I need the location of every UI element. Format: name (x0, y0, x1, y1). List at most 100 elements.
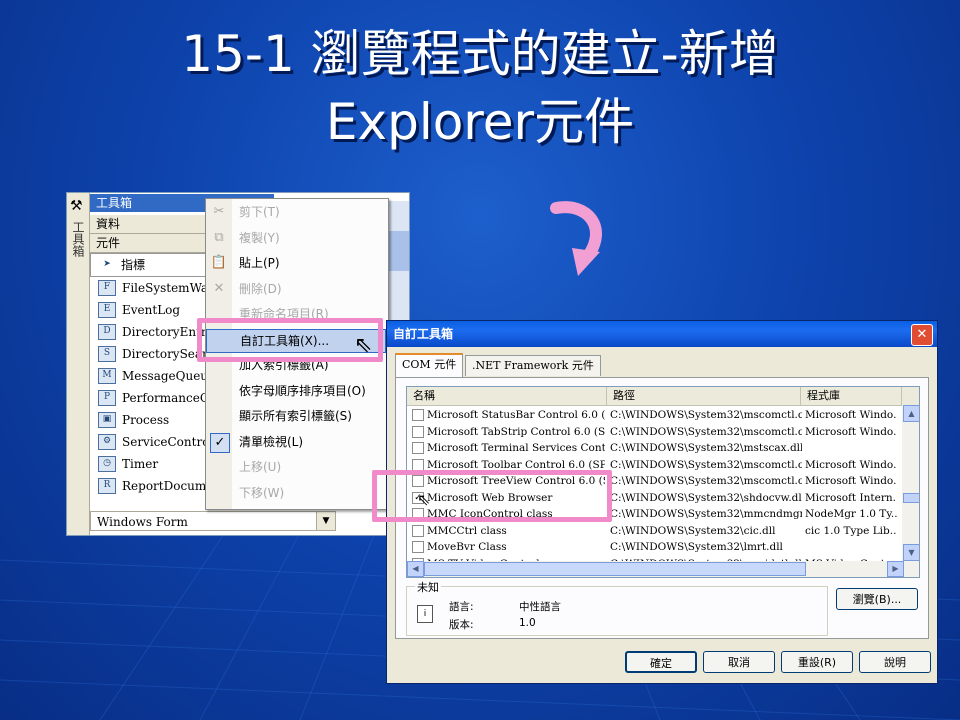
paste-icon: 📋 (210, 255, 228, 270)
tools-icon[interactable]: ⚒ (70, 198, 83, 214)
toolbox-item-label: 指標 (121, 258, 146, 272)
close-icon[interactable]: ✕ (911, 324, 933, 346)
toolbox-tab-windows-form[interactable]: Windows Form ▼ (90, 511, 336, 531)
column-header-name[interactable]: 名稱 (407, 387, 607, 405)
version-label: 版本: (449, 619, 474, 631)
table-cell-path: C:\WINDOWS\System32\mscomctl.ocx (610, 409, 802, 421)
scroll-down-icon[interactable]: ▼ (903, 544, 919, 561)
scroll-thumb[interactable] (903, 493, 919, 503)
table-row[interactable]: MMCCtrl class C:\WINDOWS\System32\cic.dll… (407, 523, 902, 539)
menu-item[interactable]: ✂ 剪下(T) (206, 201, 388, 223)
menu-item[interactable]: 顯示所有索引標籤(S) (206, 405, 388, 427)
table-row[interactable]: MoveBvr Class C:\WINDOWS\System32\lmrt.dl… (407, 539, 902, 555)
menu-item[interactable]: ✓ 清單檢視(L) (206, 431, 388, 453)
toolbox-item-label: EventLog (122, 303, 181, 317)
menu-item[interactable]: ⧉ 複製(Y) (206, 227, 388, 249)
mouse-cursor-icon: ⇖ (417, 490, 431, 509)
menu-item[interactable]: 上移(U) (206, 456, 388, 478)
directorysearcher-icon: S (98, 346, 116, 362)
menu-item-label: 顯示所有索引標籤(S) (239, 409, 352, 423)
table-cell-path: C:\WINDOWS\System32\mstscax.dll (610, 442, 802, 454)
version-value: 1.0 (519, 617, 536, 629)
process-icon: ▣ (98, 412, 116, 428)
toolbox-item-label: Timer (122, 457, 159, 471)
slide-title-line1: 15-1 瀏覽程式的建立-新增 (181, 25, 779, 83)
table-cell-path: C:\WINDOWS\System32\cic.dll (610, 524, 776, 537)
performancecounter-icon: P (98, 390, 116, 406)
scroll-left-icon[interactable]: ◀ (407, 561, 424, 577)
delete-icon: ✕ (213, 280, 225, 296)
table-cell-path: C:\WINDOWS\System32\mscomctl.ocx (610, 458, 802, 471)
menu-item-label: 貼上(P) (239, 256, 280, 270)
column-header-path[interactable]: 路徑 (607, 387, 801, 405)
horizontal-scrollbar[interactable]: ◀ ▶ (407, 561, 919, 577)
row-checkbox[interactable] (412, 458, 424, 471)
tab-net-framework-components[interactable]: .NET Framework 元件 (465, 355, 601, 376)
scroll-up-icon[interactable]: ▲ (903, 405, 919, 422)
table-cell-path: C:\WINDOWS\System32\mscomctl.ocx (610, 475, 802, 487)
mouse-cursor-icon: ⇖ (354, 333, 373, 358)
menu-item[interactable]: 依字母順序排序項目(O) (206, 380, 388, 402)
servicecontroller-icon: ⚙ (98, 434, 116, 450)
toolbox-vertical-label: 工具箱 (71, 221, 85, 257)
row-checkbox[interactable] (412, 409, 424, 421)
scroll-right-icon[interactable]: ▶ (887, 561, 904, 577)
menu-item[interactable]: 📋 貼上(P) (206, 252, 388, 274)
reset-button[interactable]: 重設(R) (781, 651, 853, 673)
table-cell-lib: NodeMgr 1.0 Ty... (805, 508, 897, 520)
toolbox-footer-label: Windows Form (97, 515, 188, 529)
highlight-box-web-browser (372, 470, 612, 522)
row-checkbox[interactable] (412, 425, 424, 438)
chevron-down-icon[interactable]: ▼ (316, 512, 335, 530)
table-cell-name: Microsoft Terminal Services Control (427, 442, 605, 454)
dialog-titlebar[interactable]: 自訂工具箱 ✕ (387, 321, 937, 347)
toolbox-item-label: PerformanceCo (122, 391, 217, 405)
slide-title-line2: Explorer元件 (325, 93, 635, 151)
row-checkbox[interactable] (412, 524, 424, 537)
help-button[interactable]: 說明 (859, 651, 931, 673)
cancel-button[interactable]: 取消 (703, 651, 775, 673)
menu-item-label: 依字母順序排序項目(O) (239, 383, 366, 398)
table-cell-name: MMCCtrl class (427, 524, 507, 537)
vertical-scrollbar[interactable]: ▲ ▼ (902, 405, 919, 561)
table-row[interactable]: Microsoft Terminal Services Control C:\WI… (407, 440, 902, 456)
check-icon: ✓ (210, 432, 230, 453)
row-checkbox[interactable] (412, 541, 424, 553)
table-cell-lib: cic 1.0 Type Lib... (805, 524, 897, 537)
tab-com-components[interactable]: COM 元件 (395, 353, 464, 377)
browse-button[interactable]: 瀏覽(B)... (836, 588, 918, 610)
eventlog-icon: E (98, 302, 116, 318)
directoryentry-icon: D (98, 324, 116, 340)
menu-item[interactable]: ✕ 刪除(D) (206, 278, 388, 300)
info-legend: 未知 (415, 579, 441, 595)
menu-item-label: 上移(U) (239, 460, 282, 474)
dialog-title: 自訂工具箱 (393, 327, 454, 341)
menu-item-label: 刪除(D) (239, 281, 282, 296)
table-cell-lib: Microsoft Intern... (805, 491, 897, 504)
toolbox-item-label: MessageQueue (122, 369, 216, 383)
table-row[interactable]: Microsoft TabStrip Control 6.0 (SP4) C:\W… (407, 424, 902, 440)
column-header-library[interactable]: 程式庫 (801, 387, 902, 405)
copy-icon: ⧉ (214, 229, 224, 245)
row-checkbox[interactable] (412, 442, 424, 454)
curved-arrow-icon (550, 201, 602, 276)
table-cell-path: C:\WINDOWS\System32\mscomctl.ocx (610, 425, 802, 438)
table-cell-name: Microsoft TabStrip Control 6.0 (SP4) (427, 425, 605, 438)
ok-button[interactable]: 確定 (625, 651, 697, 673)
scroll-thumb-horizontal[interactable] (424, 562, 806, 576)
menu-item-label: 剪下(T) (239, 205, 280, 219)
menu-item-label: 下移(W) (239, 485, 285, 500)
table-cell-path: C:\WINDOWS\System32\mmcndmgr.dll (610, 508, 802, 520)
filesystemwatcher-icon: F (98, 280, 116, 296)
toolbox-side-strip[interactable]: ⚒ 工具箱 (67, 193, 90, 535)
table-cell-path: C:\WINDOWS\System32\lmrt.dll (610, 541, 783, 553)
component-info-group: 未知 i 語言: 中性語言 版本: 1.0 (406, 579, 828, 636)
menu-item[interactable]: 下移(W) (206, 482, 388, 504)
table-row[interactable]: Microsoft StatusBar Control 6.0 (SP4) C:\… (407, 407, 902, 423)
language-value: 中性語言 (519, 601, 561, 613)
table-cell-lib: Microsoft Windo... (805, 425, 897, 438)
menu-item-label: 複製(Y) (239, 230, 280, 245)
pointer-icon: ➤ (103, 259, 111, 269)
list-header: 名稱 路徑 程式庫 (407, 387, 919, 406)
table-cell-lib: Microsoft Windo... (805, 409, 897, 421)
